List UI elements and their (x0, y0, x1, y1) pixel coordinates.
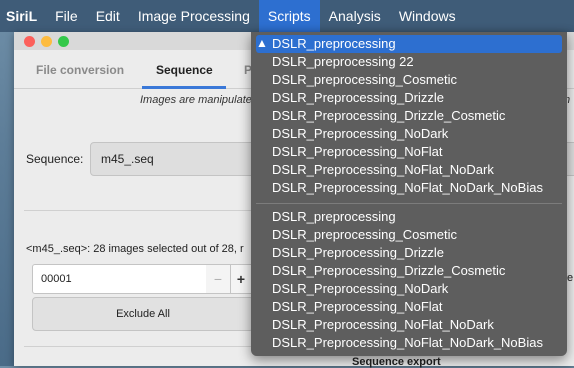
menu-item-script[interactable]: DSLR_preprocessing (256, 35, 562, 53)
frame-increment-button[interactable]: + (231, 264, 252, 294)
menu-item-label: DSLR_preprocessing_Cosmetic (272, 227, 457, 242)
menu-scripts[interactable]: Scripts (258, 0, 320, 32)
tab-file-conversion[interactable]: File conversion (36, 63, 124, 77)
menu-item-script[interactable]: DSLR_preprocessing 22 (256, 53, 562, 71)
menu-item-script[interactable]: DSLR_Preprocessing_NoFlat_NoDark (256, 316, 562, 334)
menu-item-label: DSLR_preprocessing_Cosmetic (272, 72, 457, 87)
sequence-export-heading: Sequence export (352, 356, 441, 368)
menu-app-name[interactable]: SiriL (0, 0, 46, 32)
menu-item-script[interactable]: DSLR_Preprocessing_NoFlat_NoDark_NoBias (256, 179, 562, 197)
window-close-button[interactable] (24, 36, 35, 47)
sequence-combo-value: m45_.seq (101, 152, 154, 166)
menu-item-script[interactable]: DSLR_Preprocessing_NoFlat_NoDark_NoBias (256, 334, 562, 352)
sequence-summary: <m45_.seq>: 28 images selected out of 28… (26, 243, 244, 255)
frame-number-value: 00001 (41, 273, 72, 285)
menu-item-label: DSLR_Preprocessing_NoDark (272, 126, 449, 141)
menu-item-label: DSLR_Preprocessing_NoDark (272, 281, 449, 296)
menu-item-label: DSLR_Preprocessing_Drizzle_Cosmetic (272, 108, 506, 123)
menu-item-label: DSLR_Preprocessing_NoFlat (272, 144, 443, 159)
menu-image-processing[interactable]: Image Processing (129, 0, 259, 32)
menu-item-script[interactable]: DSLR_preprocessing_Cosmetic (256, 71, 562, 89)
menu-item-script[interactable]: DSLR_Preprocessing_Drizzle_Cosmetic (256, 262, 562, 280)
window-minimize-button[interactable] (41, 36, 52, 47)
menu-item-script[interactable]: DSLR_Preprocessing_Drizzle (256, 89, 562, 107)
menu-item-script[interactable]: DSLR_preprocessing (256, 208, 562, 226)
exclude-all-button[interactable]: Exclude All (32, 297, 254, 331)
frame-decrement-button[interactable]: − (206, 264, 231, 294)
menu-windows[interactable]: Windows (390, 0, 465, 32)
menu-item-label: DSLR_Preprocessing_Drizzle (272, 245, 444, 260)
tab-sequence[interactable]: Sequence (156, 63, 213, 77)
info-text: Images are manipulate (140, 94, 252, 106)
menu-file[interactable]: File (46, 0, 87, 32)
sequence-label: Sequence: (26, 152, 84, 166)
menu-item-label: DSLR_Preprocessing_NoFlat_NoDark_NoBias (272, 180, 543, 195)
menu-item-label: DSLR_preprocessing 22 (272, 54, 414, 69)
frame-number-input[interactable]: 00001 (32, 264, 208, 294)
sequence-combo[interactable]: m45_.seq (90, 142, 262, 176)
menu-item-label: DSLR_Preprocessing_Drizzle_Cosmetic (272, 263, 506, 278)
menu-item-script[interactable]: DSLR_Preprocessing_Drizzle_Cosmetic (256, 107, 562, 125)
menu-item-label: DSLR_Preprocessing_NoFlat_NoDark_NoBias (272, 335, 543, 350)
scripts-menu: DSLR_preprocessing DSLR_preprocessing 22… (251, 32, 567, 356)
window-maximize-button[interactable] (58, 36, 69, 47)
menu-item-label: DSLR_Preprocessing_NoFlat_NoDark (272, 317, 494, 332)
menu-item-label: DSLR_Preprocessing_NoFlat (272, 299, 443, 314)
menu-item-script[interactable]: DSLR_Preprocessing_NoFlat (256, 298, 562, 316)
tab-selected-indicator (142, 86, 226, 89)
menu-item-script[interactable]: DSLR_Preprocessing_NoDark (256, 125, 562, 143)
menu-separator (256, 203, 562, 204)
menu-item-script[interactable]: DSLR_preprocessing_Cosmetic (256, 226, 562, 244)
menu-analysis[interactable]: Analysis (320, 0, 390, 32)
menu-item-label: DSLR_Preprocessing_Drizzle (272, 90, 444, 105)
menu-item-script[interactable]: DSLR_Preprocessing_NoFlat (256, 143, 562, 161)
menu-item-label: DSLR_preprocessing (272, 36, 396, 51)
menu-item-label: DSLR_preprocessing (272, 209, 396, 224)
menu-item-label: DSLR_Preprocessing_NoFlat_NoDark (272, 162, 494, 177)
menu-item-script[interactable]: DSLR_Preprocessing_Drizzle (256, 244, 562, 262)
mouse-pointer-icon: ▲ (256, 36, 268, 50)
menu-edit[interactable]: Edit (87, 0, 129, 32)
menu-item-script[interactable]: DSLR_Preprocessing_NoFlat_NoDark (256, 161, 562, 179)
menubar: SiriL File Edit Image Processing Scripts… (0, 0, 574, 32)
menu-item-script[interactable]: DSLR_Preprocessing_NoDark (256, 280, 562, 298)
